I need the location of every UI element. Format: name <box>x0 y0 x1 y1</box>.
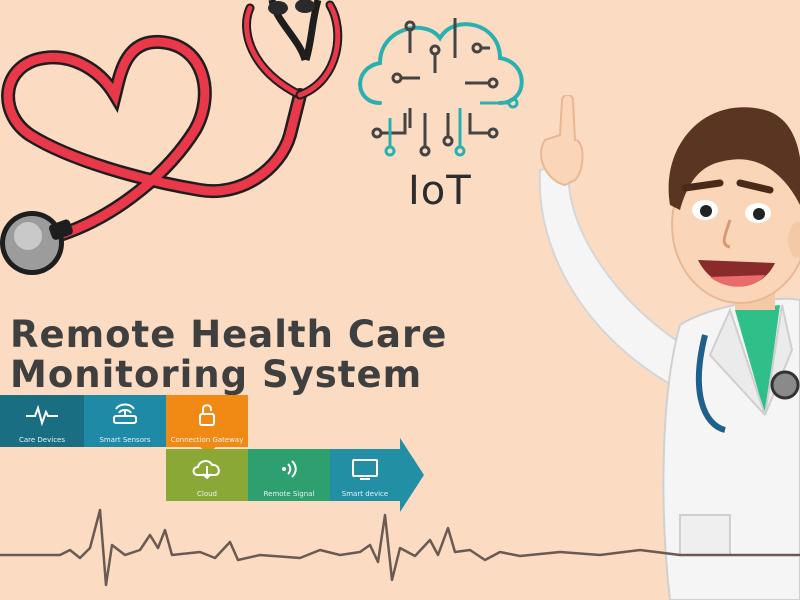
title-line-1: Remote Health Care <box>10 313 448 356</box>
ecg-line-icon <box>0 508 800 587</box>
flow-step-label: Care Devices <box>18 436 66 444</box>
flow-step-care-devices: Care Devices <box>0 395 84 447</box>
title-line-2: Monitoring System <box>10 353 423 396</box>
cloud-download-icon <box>192 460 220 480</box>
cloud-circuit-icon <box>358 18 524 157</box>
monitor-icon <box>352 459 378 480</box>
heart-stethoscope-icon <box>0 0 343 275</box>
flow-step-label: Cloud <box>197 490 217 498</box>
flow-step-cloud: Cloud <box>166 449 248 501</box>
flow-step-label: Connection Gateway <box>170 436 244 444</box>
poster: IoT Remote Health Care Monitoring System… <box>0 0 800 600</box>
flow-step-connection-gateway: Connection Gateway <box>166 395 248 447</box>
flow-step-remote-signal: Remote Signal <box>248 449 330 501</box>
flow-step-label: Smart device <box>341 490 389 498</box>
flow-step-label: Smart Sensors <box>99 436 151 444</box>
page-title: Remote Health Care Monitoring System <box>10 315 447 395</box>
pulse-icon <box>26 404 58 427</box>
lock-icon <box>199 404 215 426</box>
flow-step-smart-device: Smart device <box>330 449 400 501</box>
signal-icon <box>282 460 297 478</box>
router-icon <box>113 403 137 424</box>
flow-step-smart-sensors: Smart Sensors <box>84 395 166 447</box>
flow-step-label: Remote Signal <box>263 490 315 498</box>
iot-label: IoT <box>408 168 472 214</box>
